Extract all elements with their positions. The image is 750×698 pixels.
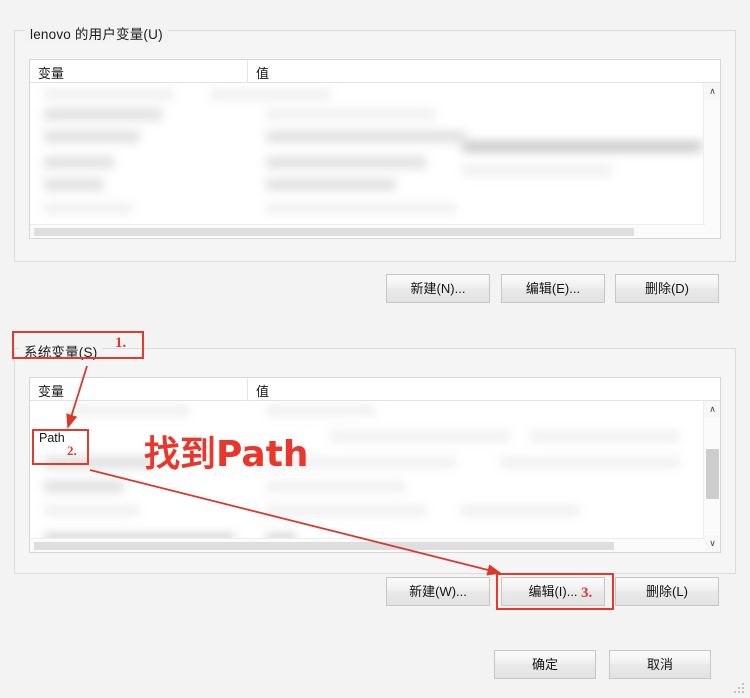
annotation-step-2: 2. [67,443,77,458]
user-variables-group-label: lenovo 的用户变量(U) [25,23,168,43]
list-item[interactable] [210,89,330,100]
delete-system-variable-button[interactable]: 删除(L) [615,577,719,606]
delete-user-variable-button[interactable]: 删除(D) [615,274,719,303]
system-variable-path-row[interactable]: Path [39,431,65,445]
annotation-callout-text: 找到Path [144,434,309,475]
list-item[interactable] [266,109,436,120]
system-variables-list[interactable]: 变量 值 Path ∧ ∨ [29,377,721,553]
user-variables-list-header: 变量 值 [30,60,720,83]
list-item[interactable] [44,109,162,120]
user-list-horizontal-scrollbar[interactable] [30,224,705,238]
list-item[interactable] [266,157,426,168]
list-item[interactable] [44,179,104,190]
list-item[interactable] [44,131,140,142]
list-item[interactable] [462,141,702,152]
list-item[interactable] [500,457,680,468]
list-item[interactable] [266,505,426,516]
list-item[interactable] [266,179,396,190]
list-item[interactable] [530,431,680,442]
list-item[interactable] [44,505,139,516]
new-user-variable-button[interactable]: 新建(N)... [386,274,490,303]
list-item[interactable] [462,165,612,176]
user-variables-list-body[interactable]: ∧ [30,83,720,238]
scroll-up-icon[interactable]: ∧ [704,401,720,418]
resize-grip-icon[interactable] [733,682,746,695]
list-item[interactable] [44,157,114,168]
new-system-variable-button[interactable]: 新建(W)... [386,577,490,606]
annotation-step-3: 3. [581,585,593,601]
user-variables-list[interactable]: 变量 值 ∧ [29,59,721,239]
list-item[interactable] [460,505,580,516]
column-header-variable[interactable]: 变量 [30,378,248,401]
scroll-up-icon[interactable]: ∧ [704,83,720,100]
list-item[interactable] [266,203,456,214]
list-item[interactable] [44,203,132,214]
environment-variables-dialog: lenovo 的用户变量(U) 变量 值 ∧ 新建(N)... 编辑(E)...… [0,0,750,698]
system-list-horizontal-scrollbar[interactable] [30,538,705,552]
horizontal-scroll-thumb[interactable] [34,228,634,236]
annotation-step-1: 1. [115,335,127,351]
list-item[interactable] [330,431,510,442]
system-variables-group-label: 系统变量(S) [19,341,103,361]
user-list-vertical-scrollbar[interactable]: ∧ [703,83,720,238]
system-variables-list-body[interactable]: Path ∧ ∨ [30,401,720,552]
list-item[interactable] [44,481,124,492]
list-item[interactable] [266,405,376,416]
list-item[interactable] [44,457,154,468]
list-item[interactable] [266,481,406,492]
column-header-value[interactable]: 值 [248,378,720,401]
vertical-scroll-thumb[interactable] [706,449,719,499]
system-variables-group: 系统变量(S) 变量 值 Path ∧ ∨ [14,341,736,574]
scroll-down-icon[interactable]: ∨ [704,535,720,552]
list-item[interactable] [266,131,466,142]
system-list-vertical-scrollbar[interactable]: ∧ ∨ [703,401,720,552]
cancel-button[interactable]: 取消 [609,650,711,679]
ok-button[interactable]: 确定 [494,650,596,679]
list-item[interactable] [44,89,174,100]
system-variables-list-header: 变量 值 [30,378,720,401]
user-variables-group: lenovo 的用户变量(U) 变量 值 ∧ [14,23,736,262]
horizontal-scroll-thumb[interactable] [34,542,614,550]
column-header-variable[interactable]: 变量 [30,60,248,83]
column-header-value[interactable]: 值 [248,60,720,83]
list-item[interactable] [70,405,190,416]
edit-user-variable-button[interactable]: 编辑(E)... [501,274,605,303]
